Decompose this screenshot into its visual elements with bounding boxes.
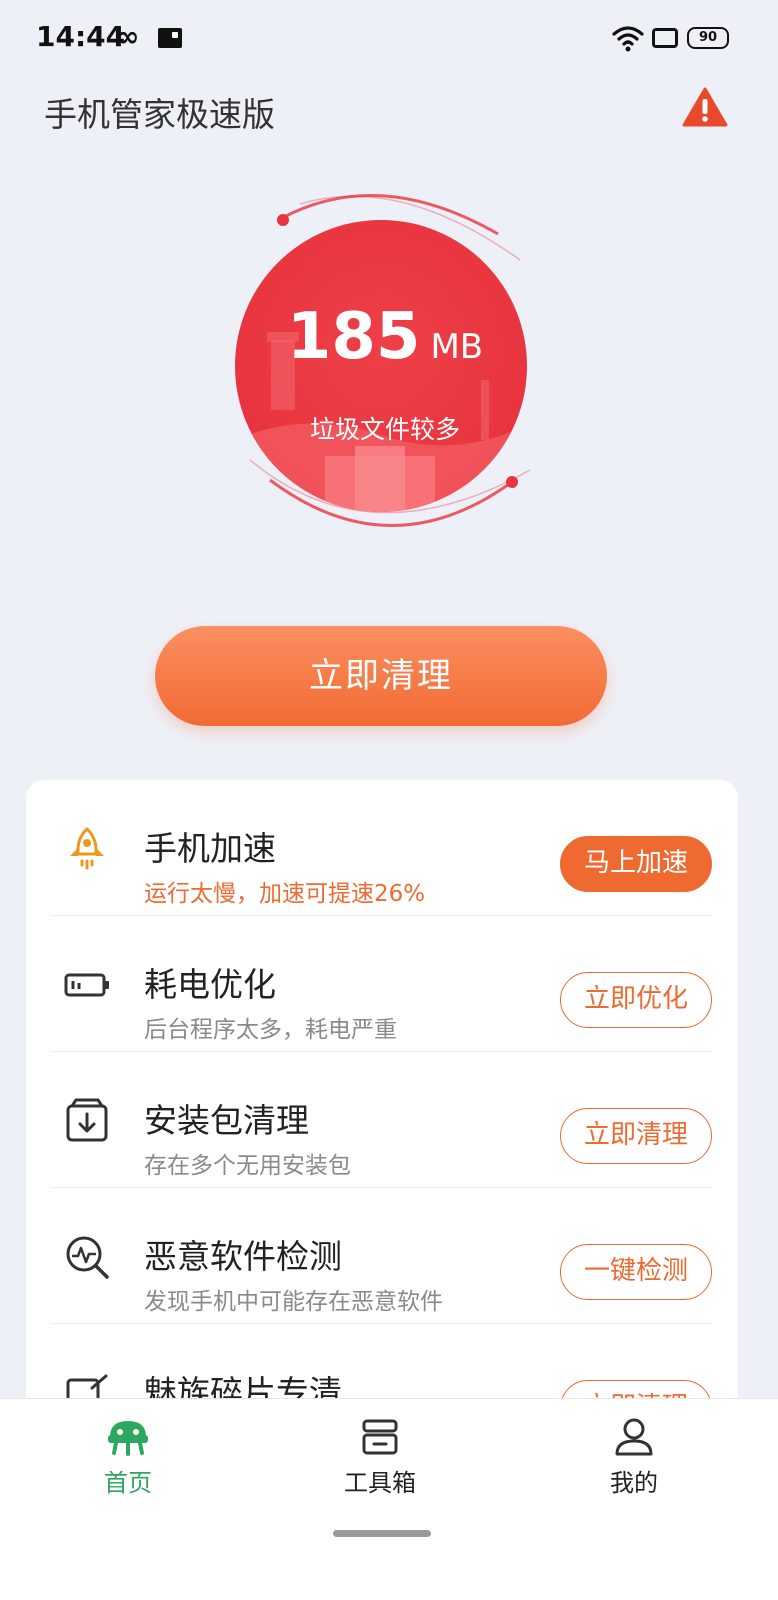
feature-subtitle: 后台程序太多，耗电严重 (144, 1017, 397, 1043)
home-robot-icon (108, 1421, 148, 1456)
nav-label: 首页 (104, 1469, 152, 1497)
feature-title: 恶意软件检测 (144, 1237, 342, 1276)
clean-package-button[interactable]: 立即清理 (560, 1108, 712, 1164)
profile-icon (615, 1418, 653, 1456)
battery-indicator: 90 (687, 27, 729, 49)
feature-row-package-clean[interactable]: 安装包清理 存在多个无用安装包 立即清理 (26, 1052, 738, 1188)
home-indicator[interactable] (333, 1530, 431, 1537)
infinity-icon: ∞ (116, 20, 140, 53)
speedup-button[interactable]: 马上加速 (560, 836, 712, 892)
scan-button[interactable]: 一键检测 (560, 1244, 712, 1300)
junk-indicator: 185 MB 垃圾文件较多 (230, 180, 540, 560)
junk-size-unit: MB (430, 327, 484, 367)
nav-label: 工具箱 (344, 1469, 416, 1497)
clean-now-button[interactable]: 立即清理 (155, 626, 607, 726)
feature-subtitle: 运行太慢，加速可提速26% (144, 881, 426, 907)
optimize-button[interactable]: 立即优化 (560, 972, 712, 1028)
screen-icon (652, 28, 678, 48)
nav-home[interactable]: 首页 (58, 1417, 198, 1507)
malware-scan-icon (66, 1236, 109, 1279)
feature-list-card: 手机加速 运行太慢，加速可提速26% 马上加速 耗电优化 后台程序太多，耗电严重… (26, 780, 738, 1480)
junk-status-text: 垃圾文件较多 (309, 415, 460, 444)
feature-title: 手机加速 (144, 829, 276, 868)
feature-title: 耗电优化 (144, 965, 276, 1004)
status-bar: 14:44 ∞ 90 (0, 0, 778, 78)
nav-toolbox[interactable]: 工具箱 (310, 1417, 450, 1507)
feature-row-battery[interactable]: 耗电优化 后台程序太多，耗电严重 立即优化 (26, 916, 738, 1052)
feature-subtitle: 存在多个无用安装包 (144, 1153, 351, 1179)
gallery-icon (158, 28, 182, 48)
feature-title: 安装包清理 (144, 1101, 309, 1140)
feature-row-speedup[interactable]: 手机加速 运行太慢，加速可提速26% 马上加速 (26, 780, 738, 916)
status-time: 14:44 (36, 20, 126, 53)
feature-row-malware[interactable]: 恶意软件检测 发现手机中可能存在恶意软件 一键检测 (26, 1188, 738, 1324)
junk-size: 185 MB (230, 300, 540, 374)
warning-icon[interactable] (682, 86, 728, 128)
bottom-navigation: 首页 工具箱 我的 (0, 1398, 778, 1600)
package-download-icon (66, 1098, 108, 1142)
wifi-icon (612, 26, 644, 52)
battery-icon (64, 973, 109, 997)
nav-profile[interactable]: 我的 (564, 1417, 704, 1507)
toolbox-icon (362, 1419, 398, 1455)
app-title: 手机管家极速版 (44, 95, 275, 134)
rocket-icon (70, 827, 104, 870)
nav-label: 我的 (610, 1469, 658, 1497)
junk-size-value: 185 (286, 300, 421, 374)
feature-subtitle: 发现手机中可能存在恶意软件 (144, 1289, 443, 1315)
